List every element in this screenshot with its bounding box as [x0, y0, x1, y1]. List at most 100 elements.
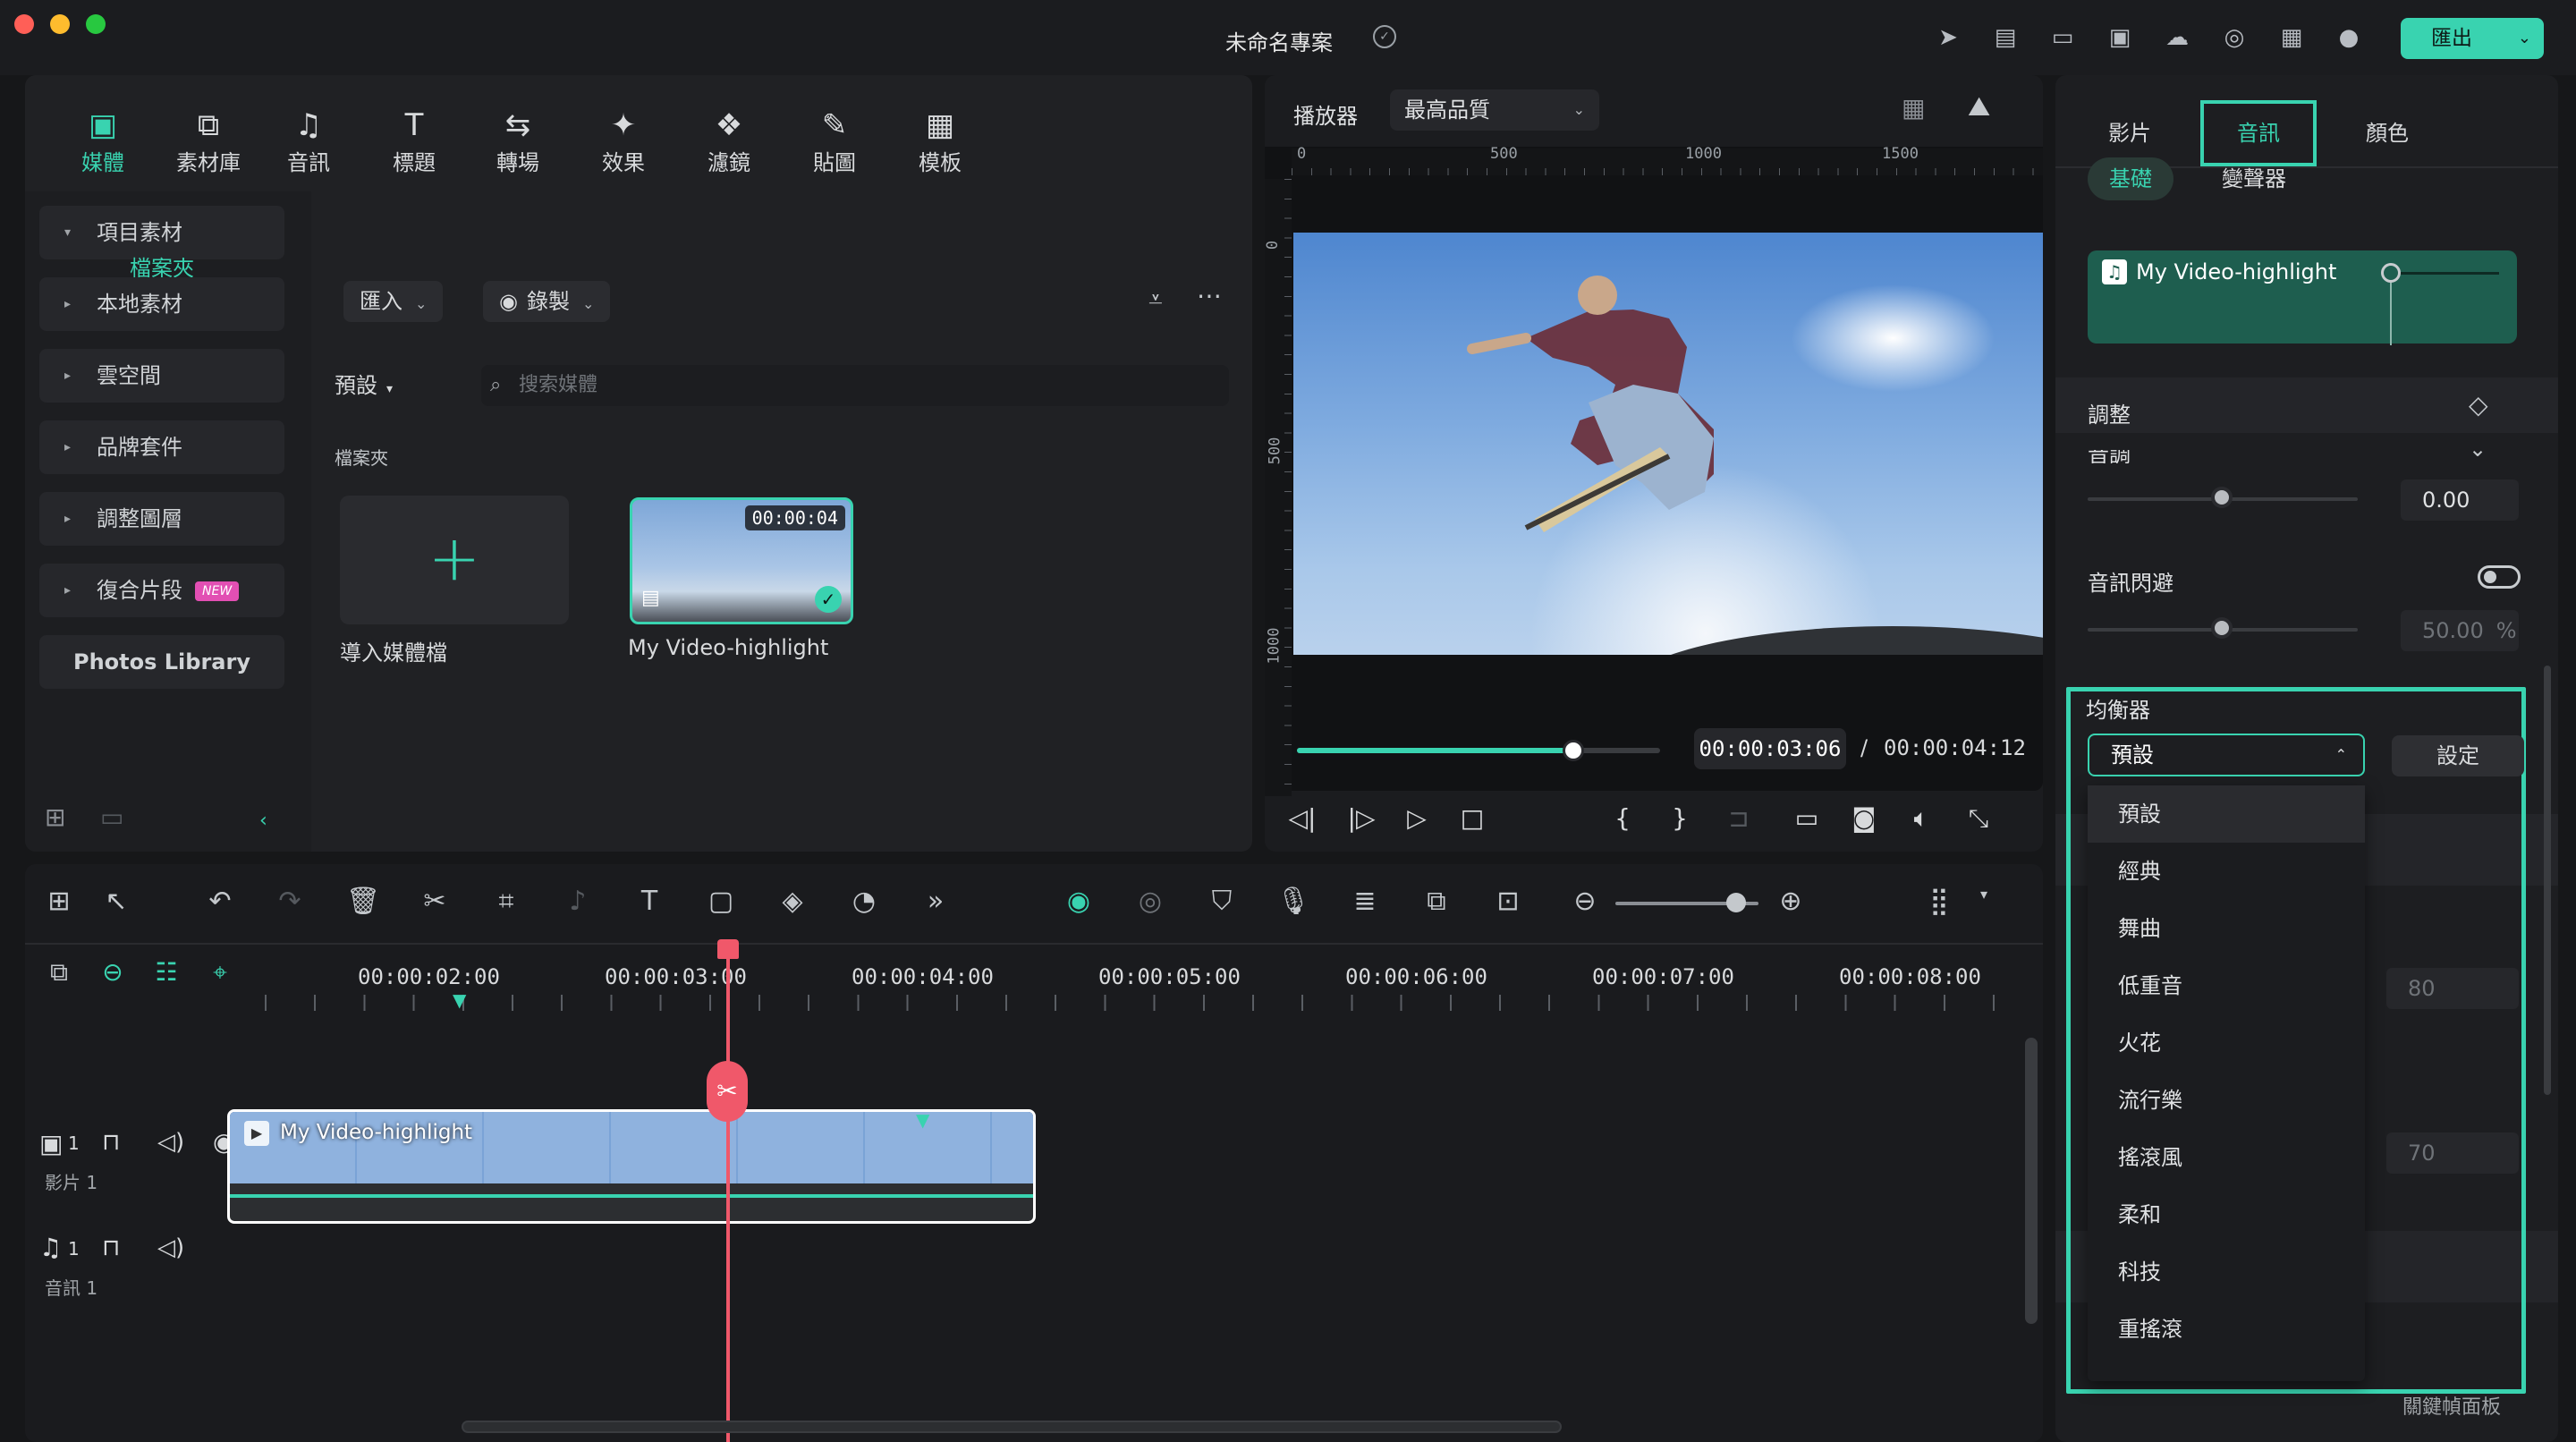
tab-effects[interactable]: ✦ 效果 — [574, 106, 673, 176]
notes-icon[interactable]: ▤ — [1991, 23, 2020, 52]
keyframe-diamond-icon[interactable]: ◇ — [2469, 390, 2488, 420]
sidebar-item-compound-clip[interactable]: ▸ 復合片段 NEW — [39, 564, 284, 617]
chevron-down-icon[interactable]: ⌄ — [2518, 18, 2531, 59]
media-clip-card[interactable]: 00:00:04 ▤ ✓ — [630, 497, 853, 624]
ducking-toggle[interactable] — [2478, 565, 2521, 589]
zoom-out-icon[interactable]: ⊖ — [1567, 886, 1603, 917]
tab-color[interactable]: 顏色 — [2329, 100, 2445, 166]
split-icon[interactable]: ✂ — [417, 886, 453, 917]
import-button[interactable]: 匯入 ⌄ — [343, 281, 444, 322]
eq-option[interactable]: 科技 — [2088, 1243, 2365, 1301]
sidebar-item-brand-kit[interactable]: ▸ 品牌套件 — [39, 420, 284, 474]
clip-marker-icon[interactable]: ▼ — [916, 1109, 929, 1131]
zoom-window-button[interactable] — [86, 14, 106, 34]
cloud-upload-icon[interactable]: ☁ — [2163, 23, 2191, 52]
scrubber-handle[interactable] — [1562, 740, 1584, 761]
mark-out-icon[interactable]: } — [1662, 803, 1698, 833]
eq-option[interactable]: 經典 — [2088, 843, 2365, 900]
replace-icon[interactable]: ⧉ — [1419, 886, 1454, 917]
timeline-horizontal-scrollbar[interactable] — [462, 1421, 1562, 1433]
eq-option[interactable]: 搖滾風 — [2088, 1129, 2365, 1186]
tab-stock[interactable]: ⧉ 素材庫 — [159, 106, 258, 176]
current-time[interactable]: 00:00:03:06 — [1694, 728, 1846, 769]
previous-frame-icon[interactable]: ◁| — [1284, 803, 1320, 833]
delete-icon[interactable]: 🗑︎ — [345, 886, 381, 917]
minimize-window-button[interactable] — [50, 14, 70, 34]
ai-assistant-icon[interactable]: ◉ — [1061, 886, 1097, 917]
timeline-vertical-scrollbar[interactable] — [2025, 1038, 2038, 1324]
subtab-basic[interactable]: 基礎 — [2088, 157, 2174, 200]
close-window-button[interactable] — [14, 14, 34, 34]
scissors-icon[interactable]: ✂ — [707, 1061, 748, 1122]
more-tools-icon[interactable]: » — [918, 886, 953, 917]
headset-icon[interactable]: ◎ — [2220, 23, 2249, 52]
marker-flag-icon[interactable]: ▼ — [453, 989, 466, 1011]
add-track-icon[interactable]: ⧉ — [41, 957, 77, 988]
video-preview[interactable] — [1293, 233, 2043, 655]
layout-grid-icon[interactable]: ⊞ — [41, 886, 77, 917]
speaker-icon[interactable]: ◁) — [157, 1234, 184, 1261]
send-icon[interactable]: ➤ — [1934, 23, 1962, 52]
eq-option[interactable]: 預設 — [2088, 785, 2365, 843]
equalizer-settings-button[interactable]: 設定 — [2392, 735, 2524, 776]
sidebar-item-cloud[interactable]: ▸ 雲空間 — [39, 349, 284, 403]
zoom-slider-handle[interactable] — [1726, 893, 1746, 912]
marker-icon[interactable]: ⛉ — [1204, 886, 1240, 917]
tab-audio[interactable]: 音訊 — [2200, 100, 2317, 166]
cloud-sync-icon[interactable]: ✓ — [1373, 25, 1396, 48]
lock-icon[interactable]: ⊓ — [102, 1234, 120, 1261]
grid-apps-icon[interactable]: ▦ — [2277, 23, 2306, 52]
sidebar-item-adjustment-layer[interactable]: ▸ 調整圖層 — [39, 492, 284, 546]
tab-stickers[interactable]: ✎ 貼圖 — [785, 106, 884, 176]
track-layout-icon[interactable]: ⣿ — [1921, 886, 1957, 917]
tab-video[interactable]: 影片 — [2072, 100, 2188, 166]
eq-option[interactable]: 火花 — [2088, 1014, 2365, 1072]
playback-scrubber[interactable] — [1297, 740, 1660, 761]
select-arrow-icon[interactable]: ↖ — [98, 886, 134, 917]
record-button[interactable]: ◉ 錄製 ⌄ — [483, 281, 611, 322]
sidebar-item-local[interactable]: ▸ 本地素材 — [39, 277, 284, 331]
link-icon[interactable]: ⊖ — [95, 957, 131, 987]
new-folder-icon[interactable]: ⊞ — [45, 802, 65, 832]
play-icon[interactable]: ▷ — [1399, 803, 1435, 833]
properties-scrollbar[interactable] — [2544, 666, 2551, 1095]
display-icon[interactable]: ▭ — [1789, 803, 1825, 833]
audio-clip-card[interactable]: ♫ My Video-highlight — [2088, 250, 2517, 345]
filter-icon[interactable]: ⩡ — [1148, 284, 1163, 315]
playhead[interactable] — [726, 939, 730, 1442]
search-input[interactable]: ⌕ 搜索媒體 — [481, 365, 1229, 406]
mask-icon[interactable]: ▢ — [703, 886, 739, 917]
caret-down-icon[interactable]: ▾ — [1966, 886, 2002, 903]
export-button[interactable]: 匯出 ⌄ — [2401, 18, 2544, 59]
equalizer-select[interactable]: 預設 ⌃ — [2088, 734, 2365, 776]
eq-option[interactable]: 流行樂 — [2088, 1072, 2365, 1129]
chevron-down-icon[interactable]: ⌄ — [2469, 437, 2487, 462]
preset-dropdown[interactable]: 預設 ▾ — [335, 365, 393, 406]
import-media-card[interactable]: + — [340, 496, 569, 624]
eq-option[interactable]: 柔和 — [2088, 1186, 2365, 1243]
track-manager-icon[interactable]: ☷ — [148, 957, 184, 987]
more-options-icon[interactable]: ⋯ — [1197, 281, 1222, 310]
keyframe-handle[interactable] — [2381, 263, 2401, 283]
play-frame-icon[interactable]: |▷ — [1343, 803, 1379, 833]
stop-icon[interactable]: □ — [1454, 803, 1490, 833]
audio-mix-icon[interactable]: ≣ — [1347, 886, 1383, 917]
collapse-sidebar-icon[interactable]: ‹ — [259, 810, 267, 832]
lock-icon[interactable]: ⊓ — [102, 1129, 120, 1156]
playhead-handle[interactable] — [717, 939, 739, 959]
sidebar-item-photos-library[interactable]: Photos Library — [39, 635, 284, 689]
fullscreen-icon[interactable]: ⤡ — [1961, 803, 1996, 834]
layout-icon[interactable]: ▭ — [2048, 23, 2077, 52]
tab-transitions[interactable]: ⇆ 轉場 — [469, 106, 567, 176]
tab-titles[interactable]: T 標題 — [365, 106, 463, 176]
ai-cutout-icon[interactable]: ◈ — [775, 886, 810, 917]
volume-icon[interactable]: 🔈︎ — [1903, 803, 1939, 834]
undo-icon[interactable]: ↶ — [202, 886, 238, 917]
mark-in-icon[interactable]: { — [1605, 803, 1640, 833]
save-icon[interactable]: ▣ — [2106, 23, 2134, 52]
crop-icon[interactable]: ⌗ — [488, 886, 524, 917]
tab-audio[interactable]: ♫ 音訊 — [259, 106, 358, 176]
tab-filters[interactable]: ❖ 濾鏡 — [680, 106, 778, 176]
eq-option[interactable]: 舞曲 — [2088, 900, 2365, 957]
image-icon[interactable]: ⛰ — [1968, 91, 1990, 123]
